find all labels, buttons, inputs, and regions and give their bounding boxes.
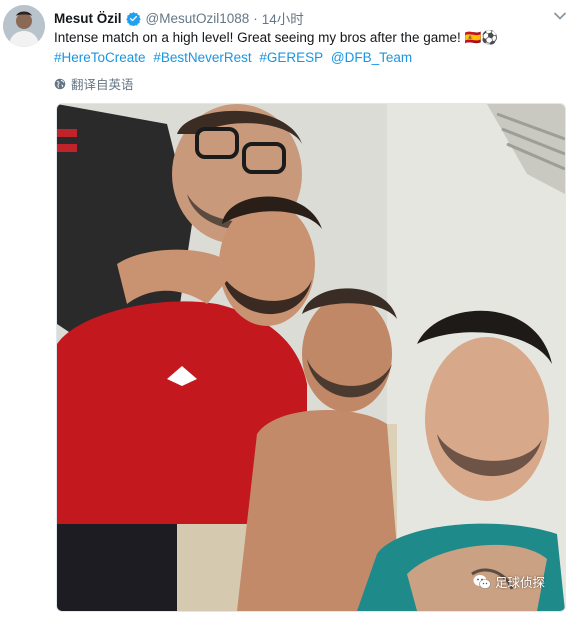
hashtag-link[interactable]: #BestNeverRest (153, 50, 251, 65)
verified-badge-icon (125, 11, 141, 26)
wechat-icon (473, 574, 491, 589)
hashtag-link[interactable]: #HereToCreate (54, 50, 146, 65)
tweet-card: Mesut Özil @MesutOzil1088 · 14小时 Intense… (0, 0, 585, 621)
author-name[interactable]: Mesut Özil (54, 11, 122, 26)
tweet-photo[interactable]: 足球侦探 (56, 103, 566, 612)
mention-link[interactable]: @DFB_Team (331, 50, 412, 65)
tweet-header: Mesut Özil @MesutOzil1088 · 14小时 (54, 8, 555, 28)
chevron-down-icon[interactable] (553, 9, 567, 23)
hashtag-list: #HereToCreate #BestNeverRest #GERESP @DF… (54, 48, 416, 68)
globe-icon (54, 78, 66, 89)
watermark: 足球侦探 (473, 572, 545, 591)
avatar[interactable] (3, 5, 45, 47)
tweet-text: Intense match on a high level! Great see… (54, 30, 499, 45)
translate-link[interactable]: 翻译自英语 (54, 74, 134, 93)
separator-dot: · (253, 10, 258, 26)
author-handle[interactable]: @MesutOzil1088 (146, 11, 250, 26)
hashtag-link[interactable]: #GERESP (259, 50, 323, 65)
watermark-label: 足球侦探 (494, 575, 545, 590)
tweet-timestamp[interactable]: 14小时 (262, 8, 304, 28)
translate-label: 翻译自英语 (71, 78, 134, 92)
